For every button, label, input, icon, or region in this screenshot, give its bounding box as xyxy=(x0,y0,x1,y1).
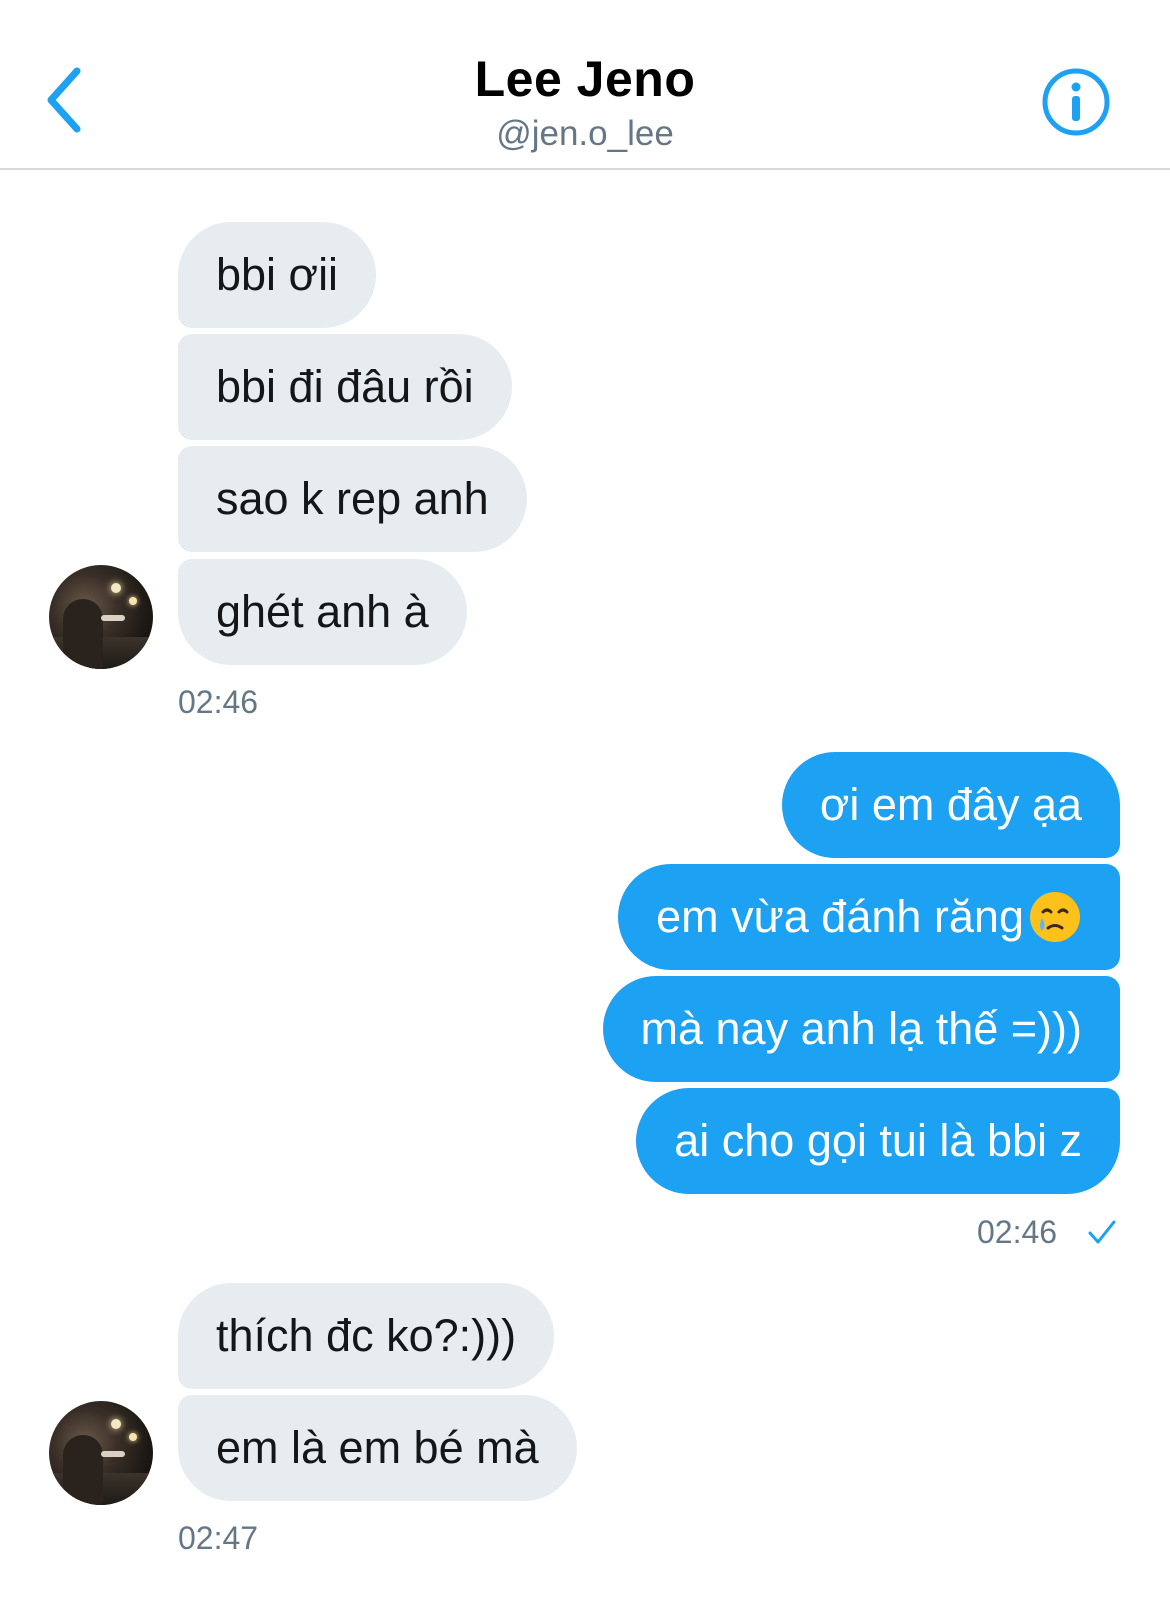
contact-handle: @jen.o_lee xyxy=(496,114,674,153)
outgoing-message[interactable]: mà nay anh lạ thế =))) xyxy=(602,976,1120,1082)
incoming-message[interactable]: thích đc ko?:))) xyxy=(178,1283,555,1389)
info-icon xyxy=(1042,68,1110,136)
crying-face-emoji-icon xyxy=(1030,892,1080,942)
incoming-message[interactable]: ghét anh à xyxy=(178,559,467,665)
outgoing-message-text: em vừa đánh răng xyxy=(656,891,1024,942)
message-timestamp: 02:46 xyxy=(977,1214,1058,1250)
outgoing-message[interactable]: ơi em đây ạa xyxy=(781,752,1120,858)
avatar[interactable] xyxy=(49,565,153,669)
outgoing-message[interactable]: em vừa đánh răng xyxy=(618,864,1120,970)
message-timestamp: 02:46 xyxy=(178,684,259,720)
message-timestamp: 02:47 xyxy=(178,1520,259,1556)
avatar[interactable] xyxy=(49,1401,153,1505)
outgoing-message[interactable]: ai cho gọi tui là bbi z xyxy=(636,1088,1120,1194)
contact-name[interactable]: Lee Jeno xyxy=(0,50,1170,108)
info-button[interactable] xyxy=(1040,66,1112,138)
conversation-header: Lee Jeno @jen.o_lee xyxy=(0,0,1170,170)
incoming-message[interactable]: bbi ơii xyxy=(178,222,377,328)
incoming-message[interactable]: em là em bé mà xyxy=(178,1395,577,1501)
read-check-icon xyxy=(1088,1220,1116,1244)
incoming-message[interactable]: bbi đi đâu rồi xyxy=(178,334,512,440)
incoming-message[interactable]: sao k rep anh xyxy=(178,446,527,552)
